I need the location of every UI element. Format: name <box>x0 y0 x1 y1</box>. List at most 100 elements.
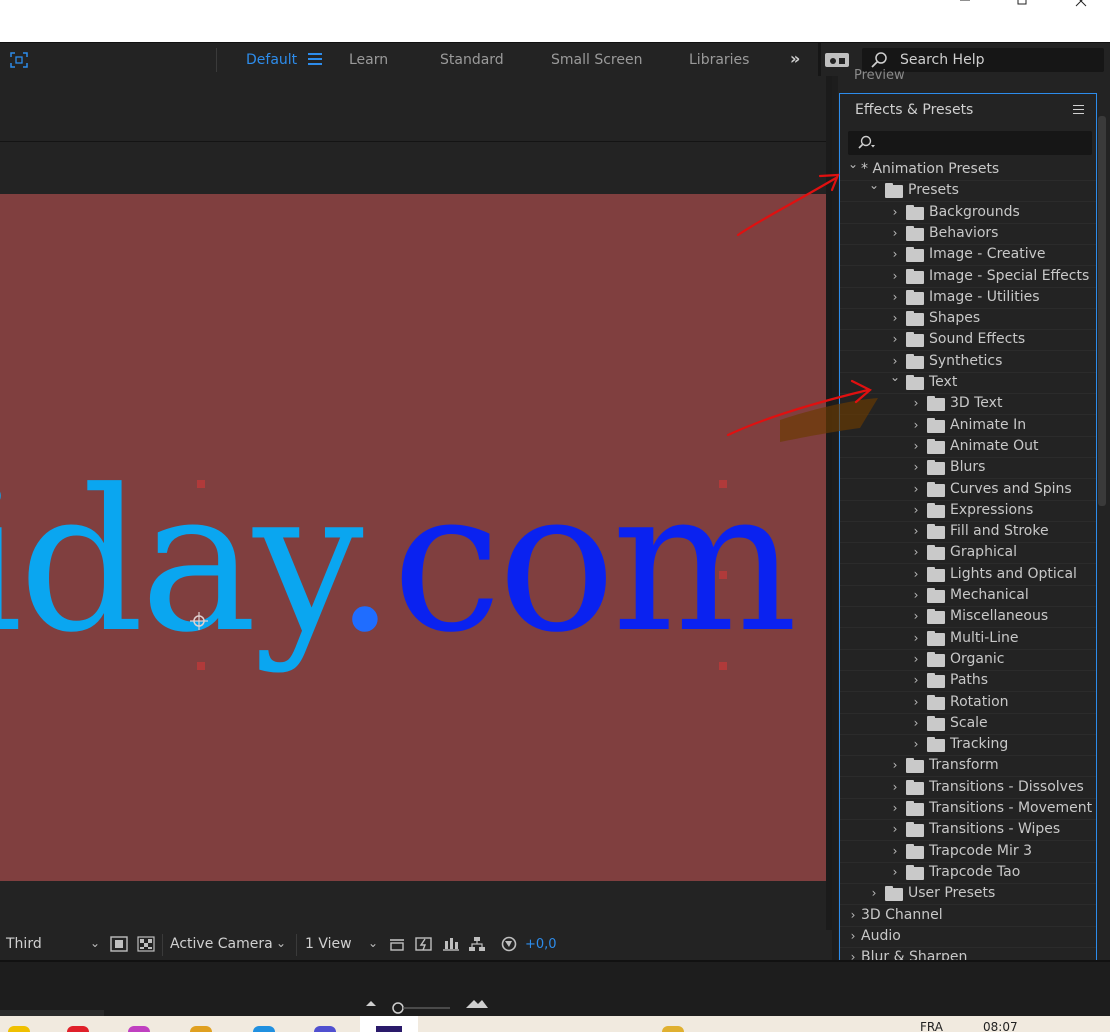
transform-handle[interactable] <box>719 480 727 488</box>
effects-tree-item[interactable]: › Lights and Optical <box>840 565 1096 586</box>
workspace-tab-small-screen[interactable]: Small Screen <box>551 52 642 68</box>
transform-handle[interactable] <box>719 571 727 579</box>
workspace-tab-standard[interactable]: Standard <box>440 52 504 68</box>
effects-tree-item[interactable]: › Scale <box>840 714 1096 735</box>
effects-tree-item[interactable]: › Behaviors <box>840 224 1096 245</box>
effects-tree-item[interactable]: › Multi-Line <box>840 629 1096 650</box>
transform-handle[interactable] <box>719 662 727 670</box>
effects-tree-item[interactable]: › Blurs <box>840 458 1096 479</box>
effects-tree-item[interactable]: › Paths <box>840 671 1096 692</box>
effects-tree-item[interactable]: › Rotation <box>840 693 1096 714</box>
app-icon[interactable] <box>190 1026 212 1032</box>
effects-tree-item[interactable]: › Backgrounds <box>840 203 1096 224</box>
effects-tree-item[interactable]: › Curves and Spins <box>840 480 1096 501</box>
effects-tree-item[interactable]: › Audio <box>840 927 1096 948</box>
transparency-grid-icon[interactable] <box>137 936 155 952</box>
chevron-right-icon[interactable]: › <box>911 695 921 709</box>
chevron-right-icon[interactable]: › <box>911 545 921 559</box>
chevron-right-icon[interactable]: › <box>911 482 921 496</box>
effects-tree-item[interactable]: › Transform <box>840 756 1096 777</box>
workspace-tab-default[interactable]: Default <box>246 52 297 68</box>
chevron-right-icon[interactable]: › <box>869 886 879 900</box>
restore-icon[interactable] <box>999 0 1045 10</box>
effects-tree-item[interactable]: › Organic <box>840 650 1096 671</box>
chevron-right-icon[interactable]: › <box>911 716 921 730</box>
chevron-right-icon[interactable]: › <box>911 567 921 581</box>
effects-tree-item[interactable]: › Trapcode Mir 3 <box>840 842 1096 863</box>
minimize-icon[interactable] <box>942 0 988 10</box>
effects-tree-item[interactable]: › Transitions - Wipes <box>840 820 1096 841</box>
effects-tree-item[interactable]: › Graphical <box>840 543 1096 564</box>
fast-previews-icon[interactable] <box>415 936 433 952</box>
close-icon[interactable] <box>1058 0 1104 10</box>
effects-search-input[interactable] <box>848 131 1092 155</box>
clock[interactable]: 08:07 <box>983 1020 1018 1032</box>
effects-tree-item[interactable]: › Image - Creative <box>840 245 1096 266</box>
chevron-right-icon[interactable]: › <box>848 929 858 943</box>
effects-tree-item[interactable]: › Shapes <box>840 309 1096 330</box>
effects-tree-item[interactable]: › Animate In <box>840 416 1096 437</box>
more-workspaces-button[interactable]: » <box>790 49 800 68</box>
chevron-right-icon[interactable]: › <box>890 780 900 794</box>
exposure-value[interactable]: +0,0 <box>525 937 557 952</box>
chevron-down-icon[interactable]: ⌄ <box>848 160 858 171</box>
composition-canvas[interactable]: iday.com <box>0 194 826 881</box>
panel-menu-icon[interactable] <box>1073 105 1084 115</box>
workspace-menu-icon[interactable] <box>308 53 322 65</box>
chevron-right-icon[interactable]: › <box>848 950 858 960</box>
app-icon[interactable] <box>128 1026 150 1032</box>
effects-tree-item[interactable]: › Expressions <box>840 501 1096 522</box>
chevron-right-icon[interactable]: › <box>890 822 900 836</box>
effects-tree-item[interactable]: ⌄ Presets <box>840 178 1096 202</box>
effects-scrollbar[interactable] <box>1098 116 1106 506</box>
app-icon[interactable] <box>8 1026 30 1032</box>
chevron-right-icon[interactable]: › <box>890 269 900 283</box>
composition-viewer[interactable]: iday.com <box>0 143 832 943</box>
chevron-right-icon[interactable]: › <box>911 673 921 687</box>
chevron-right-icon[interactable]: › <box>890 247 900 261</box>
chevron-right-icon[interactable]: › <box>911 439 921 453</box>
chevron-right-icon[interactable]: › <box>890 865 900 879</box>
chevron-down-icon[interactable]: ⌄ <box>869 178 879 192</box>
effects-tree-item[interactable]: › Miscellaneous <box>840 607 1096 628</box>
anchor-point-icon[interactable] <box>190 612 208 630</box>
chevron-right-icon[interactable]: › <box>911 631 921 645</box>
workspace-tab-learn[interactable]: Learn <box>349 52 388 68</box>
effects-tree-item[interactable]: › Tracking <box>840 735 1096 756</box>
effects-tree-item[interactable]: ⌄ Text <box>840 370 1096 394</box>
chevron-right-icon[interactable]: › <box>911 609 921 623</box>
effects-tree-item[interactable]: › 3D Channel <box>840 906 1096 927</box>
chevron-right-icon[interactable]: › <box>911 418 921 432</box>
app-icon[interactable] <box>253 1026 275 1032</box>
timeline-zoom-slider[interactable] <box>366 998 496 1016</box>
chevron-right-icon[interactable]: › <box>890 290 900 304</box>
effects-tree-item[interactable]: › Animate Out <box>840 437 1096 458</box>
chevron-right-icon[interactable]: › <box>911 460 921 474</box>
chevron-right-icon[interactable]: › <box>890 226 900 240</box>
effects-tree-item[interactable]: › Synthetics <box>840 352 1096 373</box>
chevron-right-icon[interactable]: › <box>911 503 921 517</box>
language-indicator[interactable]: FRA <box>920 1020 943 1032</box>
timeline-icon[interactable] <box>442 936 460 952</box>
chevron-right-icon[interactable]: › <box>911 588 921 602</box>
workspace-settings-icon[interactable] <box>825 53 849 67</box>
effects-tree-item[interactable]: › 3D Text <box>840 394 1096 415</box>
view-layout-select[interactable]: Third ⌄ <box>0 934 104 956</box>
reset-exposure-icon[interactable] <box>500 936 518 952</box>
effects-tree-item[interactable]: › Blur & Sharpen <box>840 948 1096 960</box>
chevron-right-icon[interactable]: › <box>911 737 921 751</box>
transform-handle[interactable] <box>197 480 205 488</box>
views-select[interactable]: 1 View ⌄ <box>296 934 382 956</box>
effects-tree-item[interactable]: › Transitions - Dissolves <box>840 778 1096 799</box>
region-of-interest-icon[interactable] <box>110 936 128 952</box>
app-icon[interactable] <box>67 1026 89 1032</box>
chevron-down-icon[interactable]: ⌄ <box>890 370 900 384</box>
chevron-right-icon[interactable]: › <box>911 396 921 410</box>
panel-divider[interactable] <box>826 76 832 960</box>
flowchart-icon[interactable] <box>468 936 486 952</box>
chevron-right-icon[interactable]: › <box>848 908 858 922</box>
effects-tree-item[interactable]: › Mechanical <box>840 586 1096 607</box>
chevron-right-icon[interactable]: › <box>890 332 900 346</box>
preview-panel-tab[interactable]: Preview <box>854 68 905 83</box>
effects-tree-item[interactable]: › Fill and Stroke <box>840 522 1096 543</box>
